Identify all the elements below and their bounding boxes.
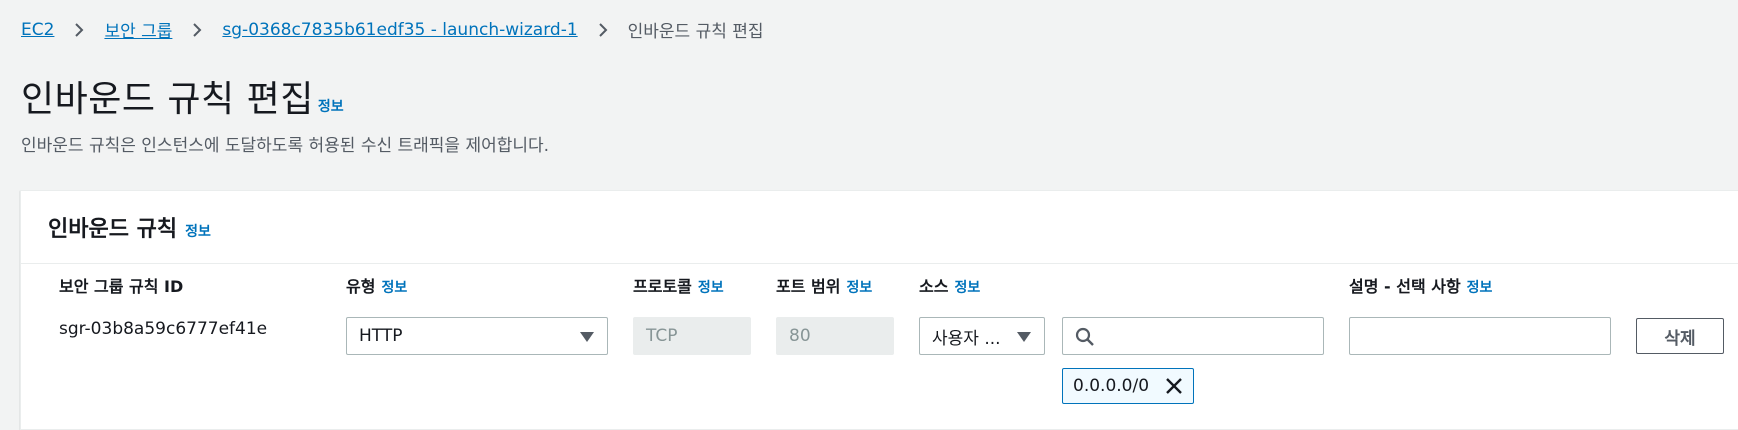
page-title: 인바운드 규칙 편집 bbox=[21, 79, 314, 120]
panel-title: 인바운드 규칙 bbox=[48, 217, 178, 242]
port-range-value: 80 bbox=[789, 326, 811, 346]
column-header-label: 프로토콜 bbox=[633, 277, 692, 296]
page-description: 인바운드 규칙은 인스턴스에 도달하도록 허용된 수신 트래픽을 제어합니다. bbox=[21, 136, 550, 156]
source-type-value: 사용자 ... bbox=[932, 328, 1001, 349]
type-select[interactable]: HTTP bbox=[346, 317, 608, 355]
type-select-value: HTTP bbox=[359, 326, 403, 346]
breadcrumb-current: 인바운드 규칙 편집 bbox=[627, 22, 764, 42]
column-header-type: 유형 정보 bbox=[346, 273, 407, 297]
search-icon bbox=[1075, 327, 1094, 346]
rule-id-value: sgr-03b8a59c6777ef41e bbox=[59, 319, 268, 339]
close-icon[interactable] bbox=[1163, 375, 1185, 397]
protocol-field: TCP bbox=[633, 317, 751, 355]
chevron-right-icon bbox=[593, 20, 613, 40]
column-header-source: 소스 정보 bbox=[919, 273, 980, 297]
panel-header: 인바운드 규칙 정보 bbox=[21, 191, 1738, 264]
port-range-field: 80 bbox=[776, 317, 894, 355]
source-token-label: 0.0.0.0/0 bbox=[1073, 376, 1150, 396]
type-info-link[interactable]: 정보 bbox=[381, 277, 407, 297]
page-info-link[interactable]: 정보 bbox=[318, 96, 344, 116]
description-info-link[interactable]: 정보 bbox=[1467, 277, 1493, 297]
breadcrumb-ec2-link[interactable]: EC2 bbox=[21, 20, 54, 40]
panel-info-link[interactable]: 정보 bbox=[185, 221, 211, 241]
column-header-label: 유형 bbox=[346, 277, 376, 296]
breadcrumb-security-groups-link[interactable]: 보안 그룹 bbox=[104, 17, 172, 42]
chevron-right-icon bbox=[69, 20, 89, 40]
source-token: 0.0.0.0/0 bbox=[1062, 368, 1195, 404]
column-header-label: 설명 - 선택 사항 bbox=[1349, 277, 1461, 296]
source-type-select[interactable]: 사용자 ... bbox=[919, 317, 1045, 355]
caret-down-icon bbox=[1017, 332, 1031, 342]
description-input[interactable] bbox=[1349, 317, 1611, 355]
column-header-port-range: 포트 범위 정보 bbox=[776, 273, 872, 297]
caret-down-icon bbox=[580, 332, 594, 342]
breadcrumb-security-group-link[interactable]: sg-0368c7835b61edf35 - launch-wizard-1 bbox=[222, 20, 577, 40]
page-header: 인바운드 규칙 편집 정보 bbox=[21, 70, 344, 122]
delete-button[interactable]: 삭제 bbox=[1636, 318, 1724, 354]
column-header-rule-id: 보안 그룹 규칙 ID bbox=[59, 273, 183, 297]
source-info-link[interactable]: 정보 bbox=[954, 277, 980, 297]
column-header-protocol: 프로토콜 정보 bbox=[633, 273, 724, 297]
column-header-label: 포트 범위 bbox=[776, 277, 841, 296]
column-header-description: 설명 - 선택 사항 정보 bbox=[1349, 273, 1492, 297]
port-range-info-link[interactable]: 정보 bbox=[846, 277, 872, 297]
breadcrumb: EC2 보안 그룹 sg-0368c7835b61edf35 - launch-… bbox=[21, 17, 764, 43]
protocol-value: TCP bbox=[646, 326, 678, 346]
inbound-rules-panel: 인바운드 규칙 정보 보안 그룹 규칙 ID 유형 정보 프로토콜 정보 포트 … bbox=[20, 190, 1738, 430]
chevron-right-icon bbox=[187, 20, 207, 40]
protocol-info-link[interactable]: 정보 bbox=[698, 277, 724, 297]
source-search-input[interactable] bbox=[1062, 317, 1324, 355]
column-header-label: 보안 그룹 규칙 ID bbox=[59, 277, 184, 296]
column-header-label: 소스 bbox=[919, 277, 949, 296]
